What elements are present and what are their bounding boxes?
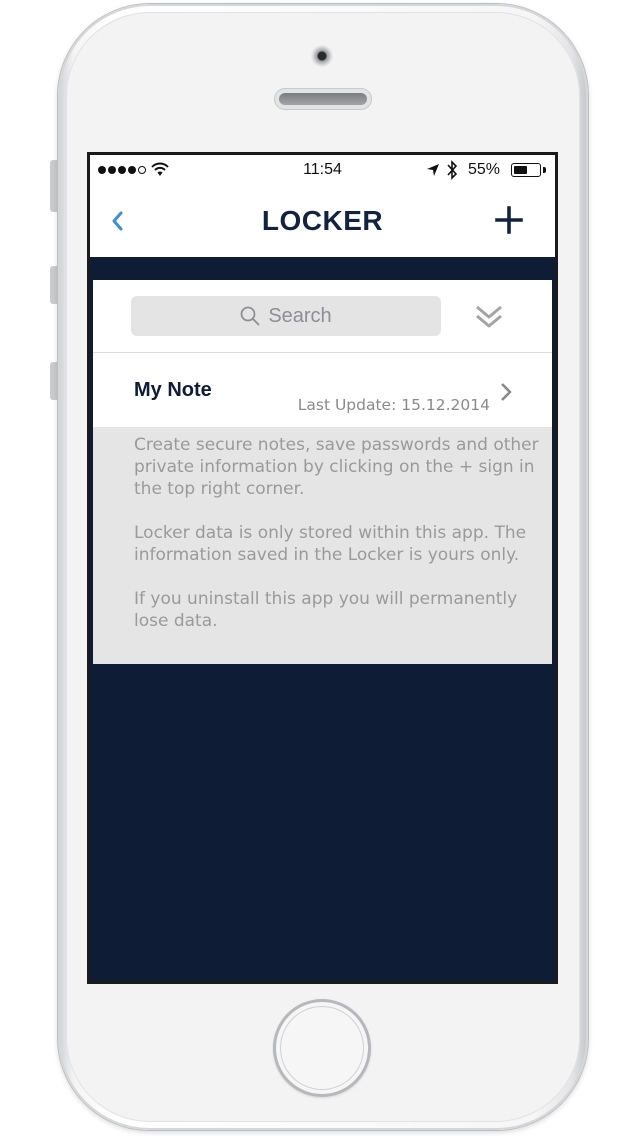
location-arrow-icon [427,164,439,176]
locker-info-text: Create secure notes, save passwords and … [134,434,544,654]
note-title: My Note [134,379,212,401]
search-input[interactable]: Search [131,296,441,336]
bluetooth-icon [447,160,458,180]
chevron-right-icon [501,383,512,401]
volume-down-button [50,362,58,400]
info-paragraph: If you uninstall this app you will perma… [134,589,518,631]
volume-up-button [50,266,58,304]
battery-icon [511,163,541,177]
battery-cap [543,167,546,173]
note-last-update: Last Update: 15.12.2014 [297,396,490,414]
phone-screen: 11:54 55% LOCKER Search My Note Last Upd… [87,152,558,984]
navigation-bar: LOCKER [90,185,555,257]
front-camera [311,45,333,67]
magnifier-icon [240,306,260,326]
search-row: Search [93,280,552,353]
status-bar: 11:54 55% [90,155,555,185]
mute-switch [50,160,58,212]
info-paragraph: Locker data is only stored within this a… [134,523,527,565]
plus-icon[interactable] [494,205,524,235]
locker-content: Search My Note Last Update: 15.12.2014 C… [93,280,552,664]
earpiece-speaker [274,88,372,110]
page-title: LOCKER [261,205,384,236]
home-button[interactable] [273,999,371,1097]
battery-fill [513,165,527,174]
list-item[interactable]: My Note Last Update: 15.12.2014 [93,353,552,427]
search-placeholder: Search [268,304,332,327]
battery-percentage: 55% [468,161,501,178]
info-paragraph: Create secure notes, save passwords and … [134,435,539,499]
double-chevron-down-icon[interactable] [473,302,505,332]
